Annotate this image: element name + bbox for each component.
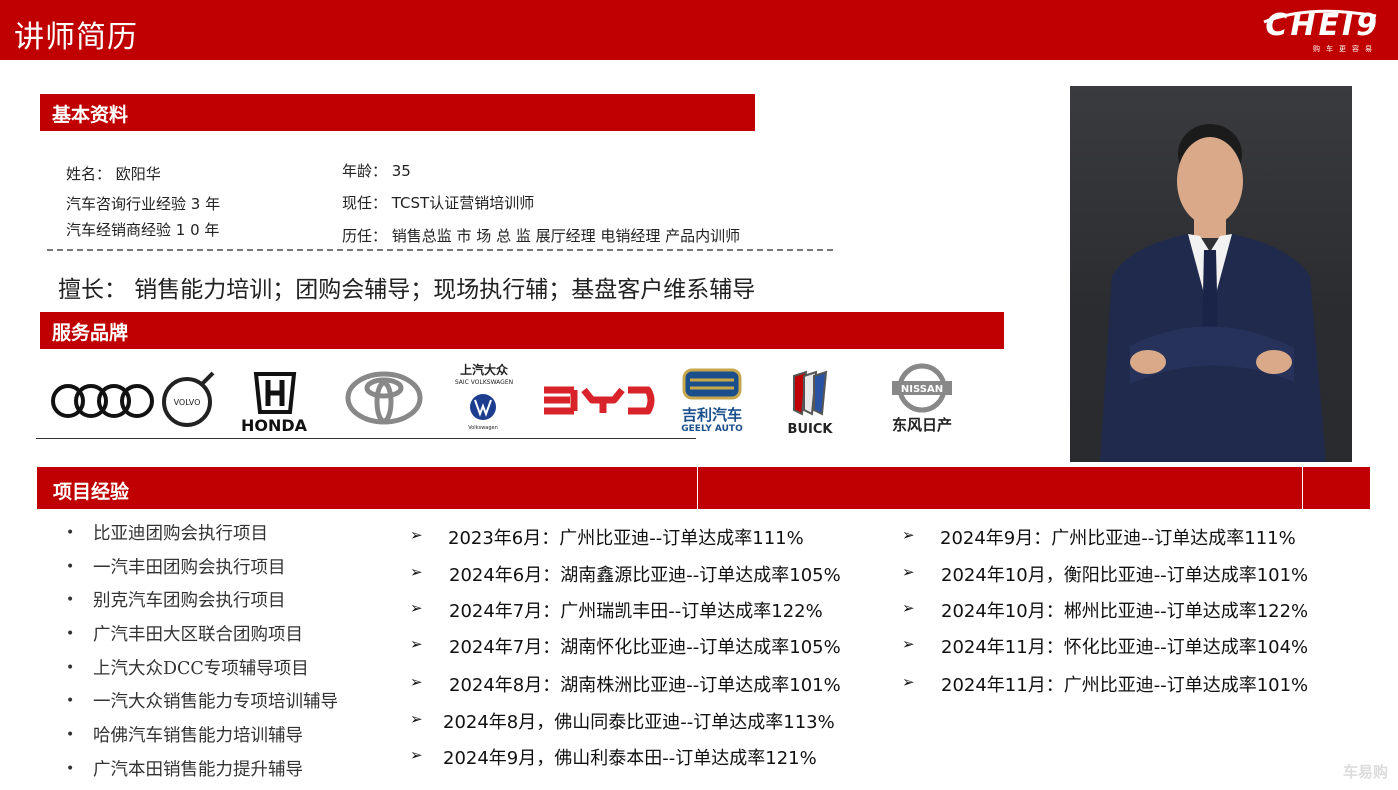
consult-experience: 汽车咨询行业经验 3 年 [66,195,221,213]
volvo-logo-icon: VOLVO [162,371,215,427]
byd-logo-icon [544,386,655,415]
arrow-bullet-icon: ➢ [902,563,915,581]
arrow-bullet-icon: ➢ [410,563,423,581]
role-history: 历任： 销售总监 市 场 总 监 展厅经理 电销经理 产品内训师 [342,227,741,245]
skills-text: 擅长： 销售能力培训；团购会辅导；现场执行辅；基盘客户维系辅导 [58,277,756,303]
bullet-icon: • [66,760,75,777]
bullet-icon: • [66,592,75,609]
geely-english-wordmark: GEELY AUTO [681,424,743,434]
buick-wordmark: BUICK [788,422,834,437]
audi-logo-icon [51,384,154,418]
byd-wordmark: BYD [596,434,598,436]
age-field: 年龄： 35 [342,162,411,180]
projects-section-bar: 项目经验 [37,467,1370,509]
arrow-bullet-icon: ➢ [410,710,423,728]
logo-subtitle: 购车更容易 [1313,45,1378,53]
page-title: 讲师简历 [14,20,138,55]
buick-logo-icon [793,370,828,416]
bullet-icon: • [66,558,75,575]
nissan-wordmark: NISSAN [901,384,943,395]
current-role: 现任： TCST认证营销培训师 [342,194,535,212]
bullet-icon: • [66,659,75,676]
brands-section-bar: 服务品牌 [40,312,1004,349]
projects-bar-divider [697,467,698,509]
toyota-logo-icon [345,371,423,425]
basic-info-section-title: 基本资料 [52,104,129,126]
result-item: ➢ 2024年8月：湖南株洲比亚迪--订单达成率101% [410,673,841,696]
volkswagen-logo-icon [470,394,496,420]
result-item: ➢ 2024年7月：湖南怀化比亚迪--订单达成率105% [410,635,841,658]
arrow-bullet-icon: ➢ [410,526,423,544]
basic-info-section-bar: 基本资料 [40,94,755,131]
svw-english-wordmark: SAIC VOLKSWAGEN [455,379,513,386]
result-item: ➢ 2024年11月：怀化比亚迪--订单达成率104% [902,635,1309,658]
watermark: 车易购 [1342,763,1388,781]
geely-logo-icon [682,368,742,400]
instructor-photo [1070,86,1352,462]
projects-section-title: 项目经验 [53,481,130,503]
arrow-bullet-icon: ➢ [902,673,915,691]
instructor-portrait-icon [1100,124,1326,462]
geely-chinese-wordmark: 吉利汽车 [682,406,742,424]
result-item: ➢ 2024年10月：郴州比亚迪--订单达成率122% [902,599,1309,622]
dongfeng-nissan-wordmark: 东风日产 [892,416,952,434]
header-bar [0,0,1398,60]
arrow-bullet-icon: ➢ [410,746,423,764]
result-item: ➢ 2024年8月，佛山同泰比亚迪--订单达成率113% [410,710,835,733]
brands-section-title: 服务品牌 [52,322,129,344]
bullet-icon: • [66,626,75,643]
bullet-icon: • [66,727,75,744]
dealer-experience: 汽车经销商经验 1 0 年 [66,221,220,239]
arrow-bullet-icon: ➢ [410,599,423,617]
result-item: ➢ 2024年9月：广州比亚迪--订单达成率111% [902,526,1296,549]
result-item: ➢ 2024年7月：广州瑞凯丰田--订单达成率122% [410,599,823,622]
svw-chinese-wordmark: 上汽大众 [460,362,509,377]
result-item: ➢ 2024年9月，佛山利泰本田--订单达成率121% [410,746,817,769]
result-item: ➢ 2023年6月：广州比亚迪--订单达成率111% [410,526,804,549]
result-item: ➢ 2024年10月，衡阳比亚迪--订单达成率101% [902,563,1309,586]
arrow-bullet-icon: ➢ [410,635,423,653]
vw-small-wordmark: Volkswagen [468,425,498,431]
bullet-icon: • [66,525,75,541]
brands-underline [36,438,696,439]
arrow-bullet-icon: ➢ [902,635,915,653]
logo-text: CHEI9 [1265,8,1380,43]
arrow-bullet-icon: ➢ [410,673,423,691]
dashed-divider [47,249,833,251]
arrow-bullet-icon: ➢ [902,599,915,617]
bullet-icon: • [66,693,75,710]
result-item: ➢ 2024年6月：湖南鑫源比亚迪--订单达成率105% [410,563,841,586]
honda-wordmark: HONDA [241,416,308,435]
brand-logos-strip-2: 吉利汽车 GEELY AUTO BUICK NISSAN 东风日产 [681,363,952,437]
honda-logo-icon [253,372,297,414]
result-item: ➢ 2024年11月：广州比亚迪--订单达成率101% [902,673,1309,696]
svg-text:VOLVO: VOLVO [174,398,201,407]
projects-bar-divider [1302,467,1303,509]
brand-logos-strip: VOLVO HONDA 上汽大众 SAIC VOLKSWAGEN Volkswa… [51,362,655,436]
arrow-bullet-icon: ➢ [902,526,915,544]
name-field: 姓名： 欧阳华 [66,165,161,183]
